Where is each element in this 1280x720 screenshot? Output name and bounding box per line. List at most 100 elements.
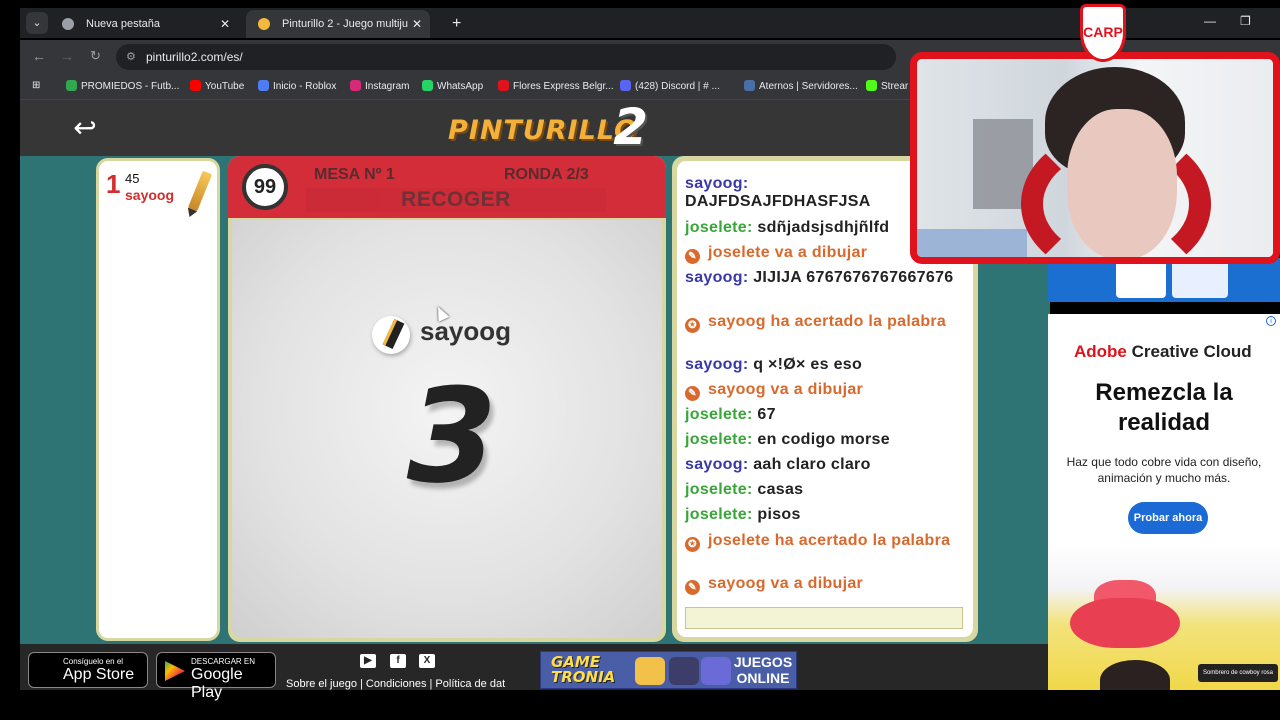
logo-text: PINTURILLO bbox=[447, 115, 638, 146]
bookmark-promiedos[interactable]: PROMIEDOS - Futb... bbox=[66, 80, 179, 92]
chat-text: q ×!Ø× es eso bbox=[753, 356, 863, 373]
player-points: 45 bbox=[125, 171, 140, 186]
ad-info-icon[interactable]: i bbox=[1266, 316, 1276, 326]
bookmark-roblox[interactable]: Inicio - Roblox bbox=[258, 80, 336, 92]
address-bar[interactable]: ⚙ pinturillo2.com/es/ bbox=[116, 44, 896, 70]
site-info-icon[interactable]: ⚙ bbox=[126, 44, 136, 70]
apple-icon bbox=[37, 661, 57, 681]
google-play-button[interactable]: DESCARGAR EN Google Play bbox=[156, 652, 276, 701]
timer: 99 bbox=[242, 164, 288, 210]
bookmark-instagram[interactable]: Instagram bbox=[350, 80, 409, 92]
facebook-icon[interactable]: f bbox=[390, 654, 406, 668]
chat-text: pisos bbox=[757, 506, 801, 523]
tab-nueva-pestana[interactable]: Nueva pestaña ✕ bbox=[50, 10, 238, 38]
bookmark-label: Aternos | Servidores... bbox=[759, 81, 858, 92]
drawing-board: 99 MESA Nº 1 RONDA 2/3 RECOGER sayoog 3 bbox=[228, 156, 666, 642]
banner-tagline: JUEGOS ONLINE bbox=[733, 654, 793, 686]
pinturillo-logo[interactable]: PINTURILLO 2 bbox=[438, 98, 648, 156]
star-icon: ✪ bbox=[685, 318, 700, 333]
back-arrow-icon[interactable]: ↩ bbox=[68, 114, 102, 144]
chat-input[interactable] bbox=[685, 607, 963, 629]
kick-icon bbox=[866, 80, 877, 91]
drawing-canvas[interactable]: sayoog 3 bbox=[232, 220, 662, 638]
countdown-number: 3 bbox=[406, 360, 498, 512]
store-small-text: Consíguelo en el bbox=[63, 657, 124, 666]
player-rank: 1 bbox=[106, 169, 121, 199]
discord-icon bbox=[620, 80, 631, 91]
x-twitter-icon[interactable]: X bbox=[419, 654, 435, 668]
chat-system-message: ✪ joselete ha acertado la palabra bbox=[685, 532, 965, 552]
ad-brand-a: Adobe bbox=[1074, 342, 1127, 361]
bookmark-label: Inicio - Roblox bbox=[273, 81, 337, 92]
bookmark-aternos[interactable]: Aternos | Servidores... bbox=[744, 80, 858, 92]
bookmark-label: PROMIEDOS - Futb... bbox=[81, 81, 180, 92]
minimize-icon[interactable]: — bbox=[1204, 14, 1216, 28]
adobe-ad[interactable]: i Adobe Creative Cloud Remezcla la reali… bbox=[1048, 314, 1280, 690]
bookmark-discord[interactable]: (428) Discord | # ... bbox=[620, 80, 720, 92]
pencil-icon: ✎ bbox=[685, 249, 700, 264]
instagram-icon bbox=[350, 80, 361, 91]
chat-system-message: ✎ sayoog va a dibujar bbox=[685, 575, 965, 595]
bookmark-label: Instagram bbox=[365, 81, 410, 92]
chat-user: joselete: bbox=[685, 431, 753, 448]
chat-message: sayoog: aah claro claro bbox=[685, 456, 965, 474]
chrome-icon bbox=[62, 18, 74, 30]
bookmark-label: Strear bbox=[881, 81, 909, 92]
roblox-icon bbox=[258, 80, 269, 91]
bookmark-kick[interactable]: Strear bbox=[866, 80, 908, 92]
chat-text: JIJIJA 6767676767667676 bbox=[753, 269, 954, 286]
app-store-button[interactable]: Consíguelo en el App Store bbox=[28, 652, 148, 688]
chat-user: sayoog: bbox=[685, 356, 749, 373]
product-image bbox=[1172, 260, 1228, 298]
footer-links[interactable]: Sobre el juego | Condiciones | Política … bbox=[286, 678, 512, 690]
maximize-icon[interactable]: ❐ bbox=[1240, 14, 1251, 28]
forward-arrow-icon[interactable]: → bbox=[60, 48, 74, 64]
drawer-name: sayoog bbox=[420, 316, 512, 346]
aternos-icon bbox=[744, 80, 755, 91]
tab-title: Nueva pestaña bbox=[86, 18, 160, 30]
game-thumbnail-icon bbox=[669, 657, 699, 685]
star-icon: ✪ bbox=[685, 537, 700, 552]
chat-user: sayoog: bbox=[685, 456, 749, 473]
chat-text: 67 bbox=[757, 406, 776, 423]
logo-number: 2 bbox=[613, 98, 648, 156]
close-tab-icon[interactable]: ✕ bbox=[407, 10, 422, 38]
game-footer: Consíguelo en el App Store DESCARGAR EN … bbox=[20, 644, 1050, 701]
chat-user: sayoog: bbox=[685, 269, 749, 286]
bookmark-label: Flores Express Belgr... bbox=[513, 81, 614, 92]
bookmark-label: YouTube bbox=[205, 81, 245, 92]
river-plate-crest-icon: CARP bbox=[1080, 4, 1126, 62]
pinturillo-favicon-icon bbox=[258, 18, 270, 30]
reload-icon[interactable]: ↻ bbox=[90, 48, 101, 64]
apps-grid-icon[interactable]: ⊞ bbox=[32, 80, 40, 91]
chat-user: joselete: bbox=[685, 219, 753, 236]
youtube-icon[interactable]: ▶ bbox=[360, 654, 376, 668]
screen: ⌄ Nueva pestaña ✕ Pinturillo 2 - Juego m… bbox=[0, 0, 1280, 720]
google-play-icon bbox=[165, 661, 185, 681]
game-thumbnail-icon bbox=[701, 657, 731, 685]
chat-user: joselete: bbox=[685, 406, 753, 423]
banner-brand: GAME TRONIA bbox=[551, 653, 616, 686]
chat-text: sayoog va a dibujar bbox=[708, 381, 864, 398]
chat-text: joselete va a dibujar bbox=[708, 244, 868, 261]
back-arrow-icon[interactable]: ← bbox=[32, 48, 46, 64]
bed-image bbox=[917, 229, 1027, 257]
chat-user: joselete: bbox=[685, 506, 753, 523]
tab-search-button[interactable]: ⌄ bbox=[26, 12, 48, 34]
close-tab-icon[interactable]: ✕ bbox=[220, 10, 230, 38]
ad-banner-top[interactable] bbox=[1048, 258, 1280, 302]
bookmark-flores[interactable]: Flores Express Belgr... bbox=[498, 80, 614, 92]
tab-pinturillo[interactable]: Pinturillo 2 - Juego multijug ✕ bbox=[246, 10, 430, 38]
pencil-icon: ✎ bbox=[685, 386, 700, 401]
tab-title: Pinturillo 2 - Juego multijug bbox=[282, 18, 415, 30]
bookmark-label: WhatsApp bbox=[437, 81, 484, 92]
ad-headline: Remezcla la realidad bbox=[1095, 379, 1233, 436]
bookmark-whatsapp[interactable]: WhatsApp bbox=[422, 80, 483, 92]
chat-text: aah claro claro bbox=[753, 456, 871, 473]
bookmark-youtube[interactable]: YouTube bbox=[190, 80, 244, 92]
ad-cta-button[interactable]: Probar ahora bbox=[1128, 502, 1208, 534]
chat-message: joselete: pisos bbox=[685, 506, 965, 524]
new-tab-button[interactable]: + bbox=[452, 10, 461, 38]
gametronia-banner[interactable]: GAME TRONIA JUEGOS ONLINE bbox=[540, 651, 797, 689]
ad-brand: Adobe Creative Cloud bbox=[1074, 342, 1252, 362]
